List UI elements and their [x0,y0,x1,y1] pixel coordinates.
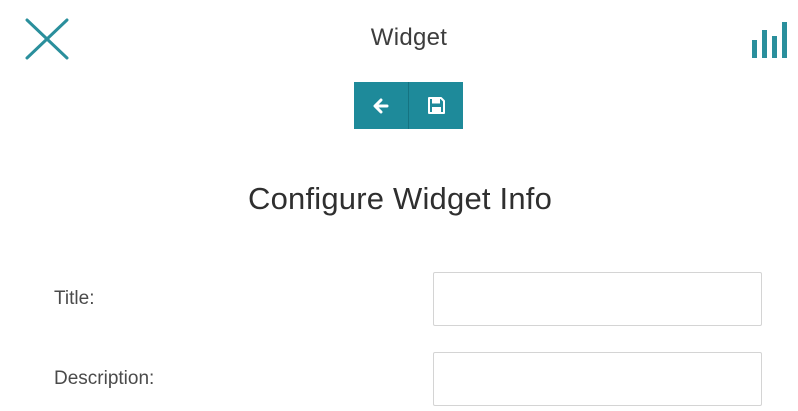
title-input[interactable] [433,272,762,326]
top-bar: Widget [0,0,798,75]
description-input[interactable] [433,352,762,406]
description-field-row: Description: [0,352,798,408]
back-button[interactable] [354,82,408,129]
page-heading: Configure Widget Info [247,181,553,216]
arrow-left-icon [373,98,389,113]
description-label: Description: [54,368,155,389]
stats-button[interactable] [746,18,792,60]
save-icon [427,97,445,114]
close-button[interactable] [24,18,70,60]
window-title: Widget [370,24,448,51]
widget-config-window: Widget Configure Widget Info Title: Desc… [0,0,798,411]
save-button[interactable] [408,82,463,129]
action-toolbar [354,82,463,129]
close-icon [25,18,69,60]
bar-chart-icon [752,22,787,58]
title-label: Title: [54,288,95,309]
title-field-row: Title: [0,272,798,328]
